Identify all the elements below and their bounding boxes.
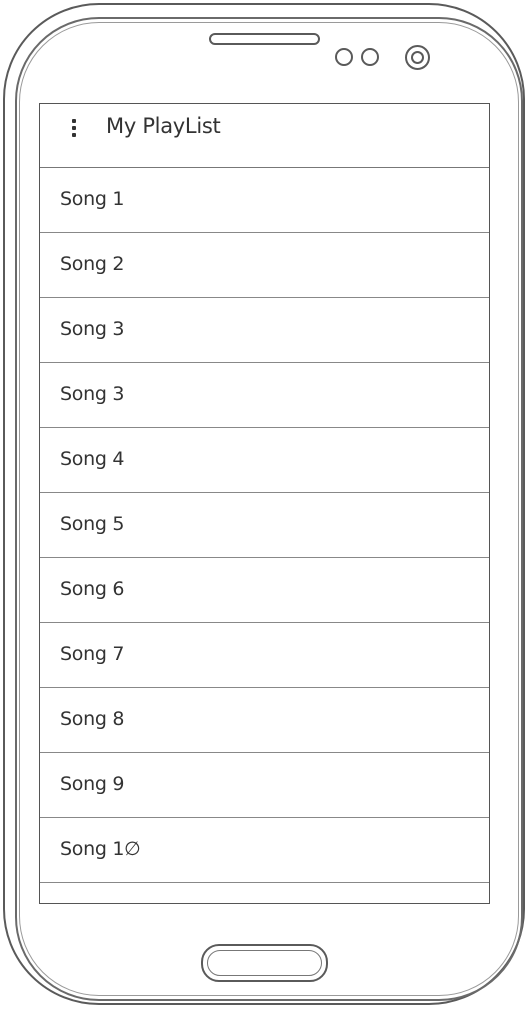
song-label: Song 6: [60, 578, 125, 600]
song-label: Song 3: [60, 383, 125, 405]
song-label: Song 1∅: [60, 838, 141, 860]
list-item[interactable]: Song 3: [40, 298, 489, 363]
list-item[interactable]: Song 8: [40, 688, 489, 753]
page-title: My PlayList: [106, 114, 221, 138]
light-sensor: [361, 48, 379, 66]
list-item[interactable]: Song 9: [40, 753, 489, 818]
action-bar: My PlayList: [40, 104, 489, 168]
song-label: Song 3: [60, 318, 125, 340]
song-label: Song 8: [60, 708, 125, 730]
list-item[interactable]: Song 6: [40, 558, 489, 623]
list-item[interactable]: Song 7: [40, 623, 489, 688]
list-item[interactable]: Song 4: [40, 428, 489, 493]
list-item[interactable]: Song 3: [40, 363, 489, 428]
song-label: Song 2: [60, 253, 125, 275]
song-label: Song 7: [60, 643, 125, 665]
front-camera-icon: [405, 45, 430, 70]
home-button[interactable]: [201, 944, 328, 982]
song-label: Song 5: [60, 513, 125, 535]
proximity-sensor: [335, 48, 353, 66]
list-item[interactable]: Song 2: [40, 233, 489, 298]
overflow-menu-icon[interactable]: [70, 119, 78, 139]
list-item[interactable]: Song 5: [40, 493, 489, 558]
earpiece-speaker: [209, 33, 320, 45]
list-item[interactable]: Song 1: [40, 168, 489, 233]
song-list: Song 1 Song 2 Song 3 Song 3 Song 4 Song …: [40, 168, 489, 883]
list-item[interactable]: Song 1∅: [40, 818, 489, 883]
song-label: Song 9: [60, 773, 125, 795]
song-label: Song 4: [60, 448, 125, 470]
phone-screen: My PlayList Song 1 Song 2 Song 3 Song 3 …: [39, 103, 490, 904]
song-label: Song 1: [60, 188, 125, 210]
